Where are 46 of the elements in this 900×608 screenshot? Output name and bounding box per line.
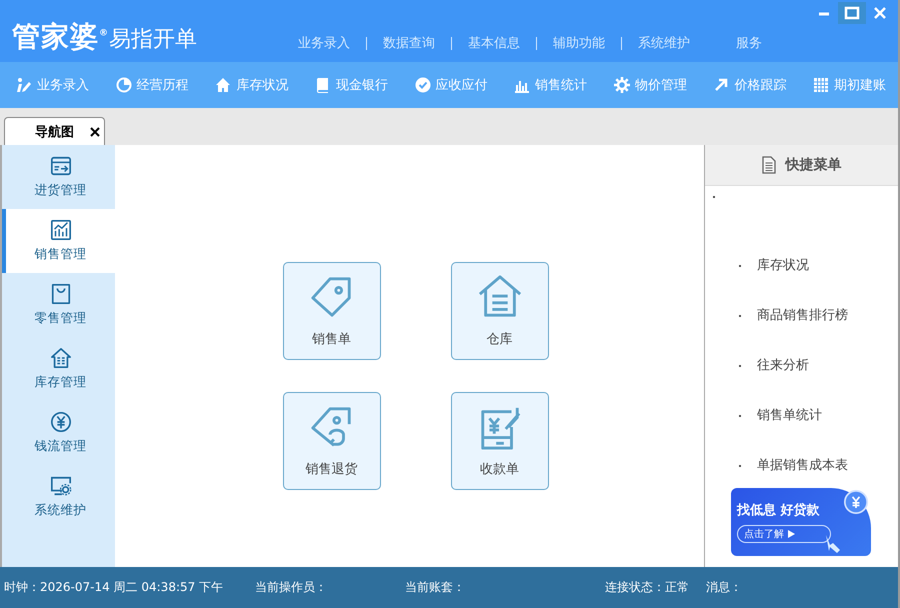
check-circle-icon [414,77,430,93]
sidebar-item[interactable]: 系统维护 [2,465,115,529]
book-icon [314,77,331,93]
shortcut-tile[interactable]: 销售退货 [282,392,380,490]
sidebar-item[interactable]: 零售管理 [2,273,115,337]
play-icon [788,530,795,538]
shortcut-tile[interactable]: 销售单 [282,262,380,360]
shortcut-tile[interactable]: 仓库 [450,262,548,360]
loan-ad-banner[interactable]: 找低息 好贷款 点击了解 [731,488,871,556]
quick-menu-link[interactable]: 单据销售成本表 [757,456,848,476]
maximize-icon[interactable] [838,2,866,24]
logo-product: 易指开单 [109,26,197,54]
quick-menu-link[interactable]: 商品销售排行榜 [757,306,848,326]
document-icon [762,156,776,174]
shortcut-tile[interactable]: 收款单 [450,392,548,490]
tab[interactable]: 导航图 [4,117,105,145]
warehouse-icon [50,347,72,369]
status-text: 当前操作员： [255,579,327,596]
chart-icon [50,219,72,241]
calendar-icon [813,77,829,93]
quick-menu-title: 快捷菜单 [786,156,842,174]
sidebar-item[interactable]: 钱流管理 [2,401,115,465]
status-text: 时钟：2026-07-14 周二 04:38:57 下午 [4,579,224,596]
pie-chart-icon [116,77,132,93]
quick-menu-link[interactable]: 销售单统计 [757,406,822,426]
close-icon[interactable] [90,126,100,136]
quick-menu-link[interactable]: 往来分析 [757,356,809,376]
status-text: 当前账套： [405,579,465,596]
gear-icon [614,77,630,93]
home-icon [215,77,232,93]
sidebar-item[interactable]: 进货管理 [2,145,115,209]
status-text: 消息： [706,579,742,596]
logo-brand: 管家婆$^{®}$ [12,19,109,55]
sidebar-item[interactable]: 库存管理 [2,337,115,401]
quick-menu-link[interactable]: 库存状况 [757,256,809,276]
shopping-bag-icon [50,283,72,305]
monitor-gear-icon [50,475,72,497]
banner-headline: 找低息 好贷款 [737,502,820,519]
yen-coin-icon [50,411,72,433]
inbound-box-icon [50,155,72,177]
coin-icon [844,490,868,514]
arrow-icon [713,77,730,93]
banner-button[interactable]: 点击了解 [737,525,831,543]
pen-icon [16,77,32,93]
status-text: 连接状态：正常 [605,579,689,596]
sidebar-item[interactable]: 销售管理 [2,209,115,273]
